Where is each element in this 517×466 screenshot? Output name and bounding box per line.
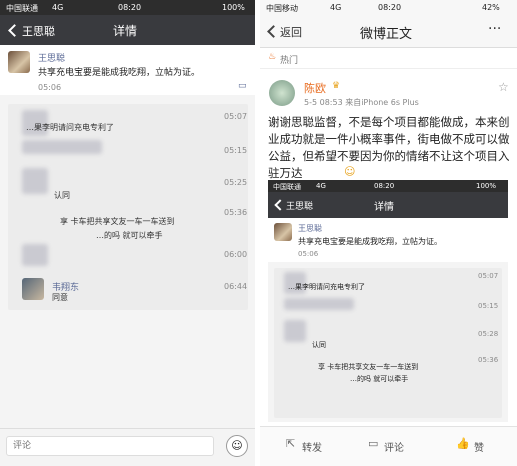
- comment-time: 05:07: [224, 112, 248, 121]
- post-author[interactable]: 王思聪: [38, 51, 65, 64]
- right-screenshot: 中国移动 4G 08:20 42% 返回 微博正文 ··· ♨ 热门 陈欧 ♛ …: [260, 0, 517, 466]
- embedded-nav-bar: 王思聪 详情: [268, 192, 508, 218]
- comment-time: 05:15: [478, 302, 499, 310]
- network: 4G: [52, 3, 64, 12]
- nav-bar: 王思聪 详情: [0, 15, 255, 45]
- comment-time: 05:36: [478, 356, 499, 364]
- blurred-avatar: [284, 320, 306, 342]
- avatar[interactable]: [8, 51, 30, 73]
- more-button[interactable]: ···: [488, 21, 501, 37]
- hot-label: 热门: [280, 56, 299, 66]
- chevron-left-icon[interactable]: [8, 24, 21, 37]
- comment-text: …的吗 就可以牵手: [96, 231, 163, 240]
- battery-level: 100%: [222, 3, 245, 12]
- action-toolbar: ⇱ 转发 ▭ 评论 👍 赞: [260, 426, 517, 466]
- weibo-meta: 5-5 08:53 来自iPhone 6s Plus: [304, 98, 419, 107]
- avatar[interactable]: [269, 80, 295, 106]
- blurred-avatar: [22, 168, 48, 194]
- embedded-comments: …果李明请问充电专利了 05:07 05:15 认同 05:28 享 卡车把共享…: [274, 268, 502, 418]
- like-button[interactable]: 赞: [474, 439, 484, 454]
- chevron-left-icon[interactable]: [267, 25, 280, 38]
- comment-text: 同意: [52, 293, 68, 302]
- carrier: 中国联通: [6, 4, 38, 13]
- post-time: 05:06: [298, 250, 319, 258]
- network: 4G: [316, 182, 326, 190]
- nav-bar: 返回 微博正文 ···: [260, 15, 517, 48]
- network: 4G: [330, 3, 342, 12]
- comment-text: 认同: [54, 191, 70, 200]
- battery-level: 42%: [482, 3, 500, 12]
- embedded-status-bar: 中国联通 4G 08:20 100%: [268, 180, 508, 192]
- comment-text: …果李明请问充电专利了: [288, 283, 365, 291]
- comment-icon[interactable]: ▭: [238, 81, 247, 91]
- vip-badge-icon: ♛: [332, 81, 341, 91]
- clock: 08:20: [118, 3, 142, 12]
- page-title: 微博正文: [360, 27, 413, 42]
- comment-time: 05:07: [478, 272, 499, 280]
- comment-button[interactable]: 评论: [384, 439, 404, 454]
- thumbs-up-icon[interactable]: 👍: [456, 437, 470, 450]
- embedded-back-label: 王思聪: [286, 202, 314, 212]
- comment-time: 05:28: [478, 330, 499, 338]
- embedded-title: 详情: [374, 202, 394, 213]
- repost-button[interactable]: 转发: [302, 439, 322, 454]
- embedded-screenshot: 中国联通 4G 08:20 100% 王思聪 详情 王思聪 共享充电宝要是能成我…: [268, 180, 508, 422]
- post-card: 王思聪 共享充电宝要是能成我吃翔，立帖为证。 05:06 ▭: [0, 45, 255, 95]
- emoji-icon[interactable]: ☺: [226, 435, 248, 457]
- embedded-post: 王思聪 共享充电宝要是能成我吃翔，立帖为证。 05:06: [268, 218, 508, 262]
- post-author: 王思聪: [298, 224, 322, 233]
- status-bar: 中国移动 4G 08:20 42%: [260, 0, 517, 15]
- comment-time: 05:36: [224, 208, 248, 217]
- carrier: 中国联通: [273, 183, 301, 191]
- page-title: 详情: [113, 24, 138, 38]
- post-time: 05:06: [38, 83, 62, 92]
- comment-text: …果李明请问充电专利了: [26, 123, 114, 132]
- chevron-left-icon: [274, 199, 286, 211]
- comment-text: 享 卡车把共享文友一车一车送到: [318, 363, 419, 371]
- weibo-author[interactable]: 陈欧: [304, 80, 326, 96]
- comment-text: 享 卡车把共享文友一车一车送到: [60, 217, 175, 226]
- blurred-text: [284, 298, 354, 310]
- left-screenshot: 中国联通 4G 08:20 100% 王思聪 详情 王思聪 共享充电宝要是能成我…: [0, 0, 255, 466]
- back-button[interactable]: 王思聪: [22, 23, 55, 39]
- comment-text: 认同: [312, 341, 326, 349]
- blurred-avatar: [22, 244, 48, 266]
- comments-area: …果李明请问充电专利了 05:07 05:15 认同 05:25 享 卡车把共享…: [8, 104, 248, 310]
- carrier: 中国移动: [266, 4, 298, 13]
- fire-icon: ♨: [268, 52, 277, 62]
- battery-level: 100%: [476, 182, 497, 190]
- clock: 08:20: [374, 182, 395, 190]
- hot-bar: ♨ 热门: [260, 48, 517, 69]
- post-text: 共享充电宝要是能成我吃翔，立帖为证。: [298, 237, 442, 246]
- comment-input[interactable]: [6, 436, 214, 456]
- clock: 08:20: [378, 3, 402, 12]
- star-icon[interactable]: ☆: [498, 80, 509, 94]
- smile-emoji-icon: ☺: [344, 165, 356, 178]
- status-bar: 中国联通 4G 08:20 100%: [0, 0, 255, 15]
- back-button[interactable]: 返回: [280, 24, 302, 40]
- comment-text: …的吗 就可以牵手: [350, 375, 409, 383]
- avatar[interactable]: [22, 278, 44, 300]
- weibo-text: 谢谢思聪监督，不是每个项目都能做成，本来创业成功就是一件小概率事件，街电做不成可…: [268, 115, 510, 180]
- comment-time: 06:44: [224, 282, 248, 291]
- blurred-text: [22, 140, 102, 154]
- post-text: 共享充电宝要是能成我吃翔，立帖为证。: [38, 68, 201, 78]
- comment-time: 05:25: [224, 178, 248, 187]
- comment-icon[interactable]: ▭: [368, 437, 378, 450]
- comment-bar: ☺: [0, 428, 255, 466]
- avatar: [274, 223, 292, 241]
- comment-time: 05:15: [224, 146, 248, 155]
- repost-icon[interactable]: ⇱: [286, 437, 295, 450]
- comment-time: 06:00: [224, 250, 248, 259]
